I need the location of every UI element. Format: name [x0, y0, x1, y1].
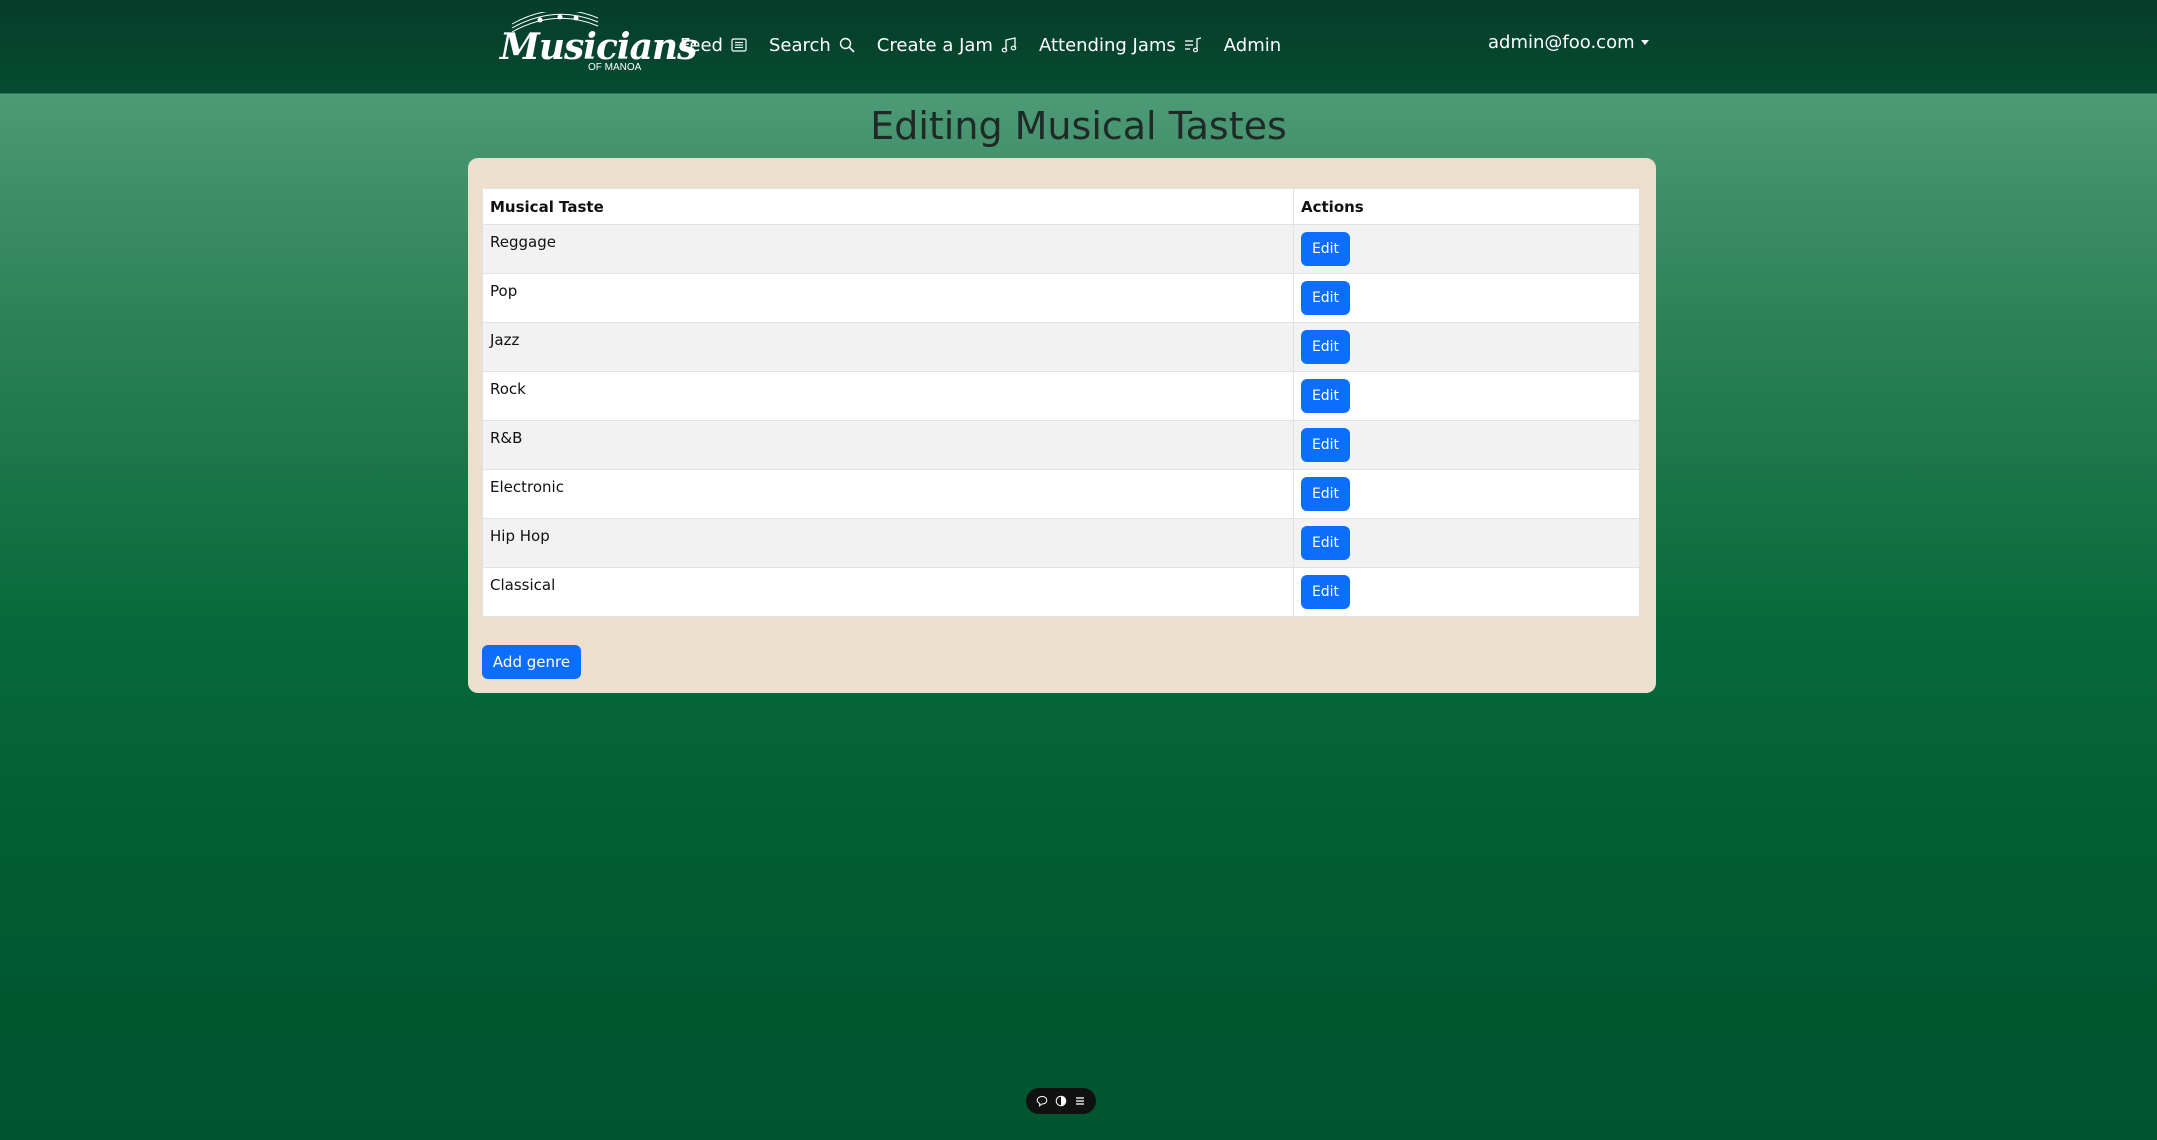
logo-subtitle: OF MANOA [588, 62, 642, 73]
brand-logo[interactable]: Musicians OF MANOA [498, 12, 697, 78]
bottom-toolbar [1026, 1088, 1096, 1114]
nav-search-label: Search [768, 34, 831, 56]
edit-button[interactable]: Edit [1301, 575, 1350, 609]
menu-icon[interactable] [1074, 1095, 1086, 1107]
page-title: Editing Musical Tastes [870, 104, 1287, 148]
nav-admin[interactable]: Admin [1224, 35, 1281, 56]
nav-feed-label: Feed [680, 34, 723, 56]
toggle-icon[interactable] [1055, 1095, 1067, 1107]
taste-cell: Jazz [482, 322, 1294, 372]
column-header-musical-taste: Musical Taste [482, 188, 1294, 225]
nav-feed[interactable]: Feed [680, 35, 747, 56]
actions-cell: Edit [1293, 371, 1640, 421]
actions-cell: Edit [1293, 322, 1640, 372]
musical-tastes-table: Musical Taste Actions Reggage Edit Pop E… [482, 188, 1640, 617]
actions-cell: Edit [1293, 518, 1640, 568]
content-panel: Musical Taste Actions Reggage Edit Pop E… [468, 158, 1656, 693]
comment-icon[interactable] [1036, 1095, 1048, 1107]
add-genre-button[interactable]: Add genre [482, 645, 581, 679]
music-note-icon [1001, 37, 1017, 53]
taste-cell: Rock [482, 371, 1294, 421]
caret-down-icon [1640, 40, 1649, 45]
actions-cell: Edit [1293, 273, 1640, 323]
nav-attending-jams-label: Attending Jams [1038, 34, 1176, 56]
nav-admin-label: Admin [1223, 34, 1282, 56]
user-email: admin@foo.com [1488, 32, 1635, 53]
table-row: Pop Edit [482, 273, 1640, 323]
table-row: Electronic Edit [482, 469, 1640, 519]
edit-button[interactable]: Edit [1301, 526, 1350, 560]
table-row: Jazz Edit [482, 322, 1640, 372]
edit-button[interactable]: Edit [1301, 428, 1350, 462]
column-header-actions: Actions [1293, 188, 1640, 225]
search-icon [839, 37, 855, 53]
music-playlist-icon [1184, 37, 1201, 53]
feed-icon [731, 38, 747, 52]
taste-cell: R&B [482, 420, 1294, 470]
nav-attending-jams[interactable]: Attending Jams [1039, 35, 1202, 56]
nav-search[interactable]: Search [769, 35, 855, 56]
edit-button[interactable]: Edit [1301, 330, 1350, 364]
taste-cell: Electronic [482, 469, 1294, 519]
table-row: Classical Edit [482, 567, 1640, 617]
table-row: Hip Hop Edit [482, 518, 1640, 568]
edit-button[interactable]: Edit [1301, 379, 1350, 413]
table-row: Reggage Edit [482, 224, 1640, 274]
actions-cell: Edit [1293, 224, 1640, 274]
nav-create-jam-label: Create a Jam [876, 34, 993, 56]
actions-cell: Edit [1293, 420, 1640, 470]
navbar: Musicians OF MANOA Feed Search Create a … [0, 0, 2157, 94]
taste-cell: Classical [482, 567, 1294, 617]
actions-cell: Edit [1293, 567, 1640, 617]
edit-button[interactable]: Edit [1301, 477, 1350, 511]
table-row: R&B Edit [482, 420, 1640, 470]
nav-create-jam[interactable]: Create a Jam [877, 35, 1017, 56]
table-row: Rock Edit [482, 371, 1640, 421]
table-header-row: Musical Taste Actions [482, 188, 1640, 225]
edit-button[interactable]: Edit [1301, 232, 1350, 266]
nav-links: Feed Search Create a Jam Attending Jams … [680, 30, 1303, 60]
taste-cell: Hip Hop [482, 518, 1294, 568]
taste-cell: Reggage [482, 224, 1294, 274]
edit-button[interactable]: Edit [1301, 281, 1350, 315]
actions-cell: Edit [1293, 469, 1640, 519]
user-menu[interactable]: admin@foo.com [1488, 32, 1649, 53]
taste-cell: Pop [482, 273, 1294, 323]
